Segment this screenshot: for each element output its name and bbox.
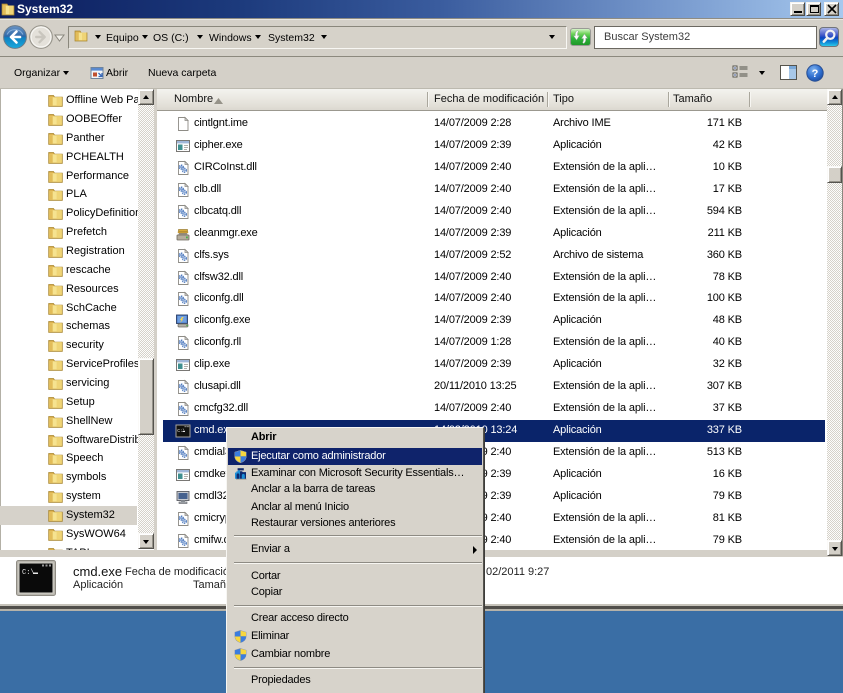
svg-text:?: ? <box>812 68 819 80</box>
svg-text:C:\: C:\ <box>22 569 35 577</box>
